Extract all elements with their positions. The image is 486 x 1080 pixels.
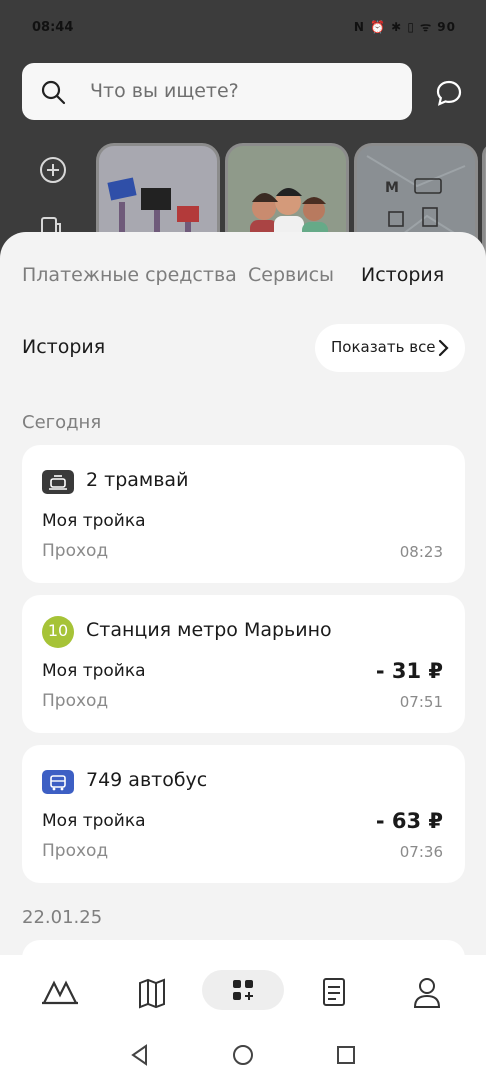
history-item-time: 07:36: [399, 843, 443, 861]
recents-icon[interactable]: [334, 1043, 358, 1067]
history-item-card: Моя тройка: [42, 811, 146, 831]
history-item-title: 2 трамвай: [86, 469, 189, 491]
history-item-type: Проход: [42, 691, 109, 711]
receipt-icon[interactable]: [312, 975, 356, 1011]
bottom-navigation: [0, 955, 486, 1080]
tab-history[interactable]: История: [361, 264, 444, 286]
status-bar: 08:44 N ⏰ ✱ ▯ ᯤ 90: [0, 0, 486, 58]
show-all-label: Показать все: [331, 338, 436, 356]
history-item-title: 749 автобус: [86, 769, 208, 791]
show-all-button[interactable]: Показать все: [315, 324, 465, 372]
history-item-title: Станция метро Марьино: [86, 619, 332, 641]
chat-icon[interactable]: [434, 78, 464, 108]
chevron-right-icon: [438, 339, 449, 357]
history-card-tram[interactable]: 2 трамвай Моя тройка Проход 08:23: [22, 445, 465, 583]
search-input[interactable]: Что вы ищете?: [90, 80, 239, 102]
history-item-time: 07:51: [399, 693, 443, 711]
status-icons: N ⏰ ✱ ▯ ᯤ 90: [353, 20, 456, 34]
tab-services[interactable]: Сервисы: [248, 264, 334, 286]
tab-payment-methods[interactable]: Платежные средства: [22, 264, 237, 286]
search-icon: [41, 80, 66, 105]
map-icon[interactable]: [130, 975, 174, 1011]
metro-logo-icon[interactable]: [38, 975, 82, 1011]
history-item-type: Проход: [42, 841, 109, 861]
history-item-time: 08:23: [399, 543, 443, 561]
date-header-past: 22.01.25: [22, 907, 103, 928]
metro-line-10-icon: 10: [42, 616, 74, 648]
date-header-today: Сегодня: [22, 412, 102, 433]
bus-icon: [42, 770, 74, 794]
history-item-type: Проход: [42, 541, 109, 561]
history-item-card: Моя тройка: [42, 511, 146, 531]
services-icon: [233, 980, 253, 1000]
svg-text:M: M: [385, 180, 399, 196]
back-icon[interactable]: [128, 1043, 152, 1067]
services-tab-highlight[interactable]: [202, 970, 284, 1010]
tram-icon: [42, 470, 74, 494]
history-card-metro[interactable]: 10 Станция метро Марьино Моя тройка Прох…: [22, 595, 465, 733]
section-title: История: [22, 336, 106, 358]
profile-icon[interactable]: [405, 975, 449, 1011]
history-item-amount: - 63 ₽: [375, 809, 443, 833]
history-item-card: Моя тройка: [42, 661, 146, 681]
history-card-bus[interactable]: 749 автобус Моя тройка Проход - 63 ₽ 07:…: [22, 745, 465, 883]
history-item-amount: - 31 ₽: [375, 659, 443, 683]
status-time: 08:44: [32, 20, 74, 35]
home-icon[interactable]: [231, 1043, 255, 1067]
add-circle-icon[interactable]: [38, 155, 68, 185]
metro-line-number: 10: [47, 621, 69, 640]
search-bar[interactable]: Что вы ищете?: [22, 63, 412, 120]
